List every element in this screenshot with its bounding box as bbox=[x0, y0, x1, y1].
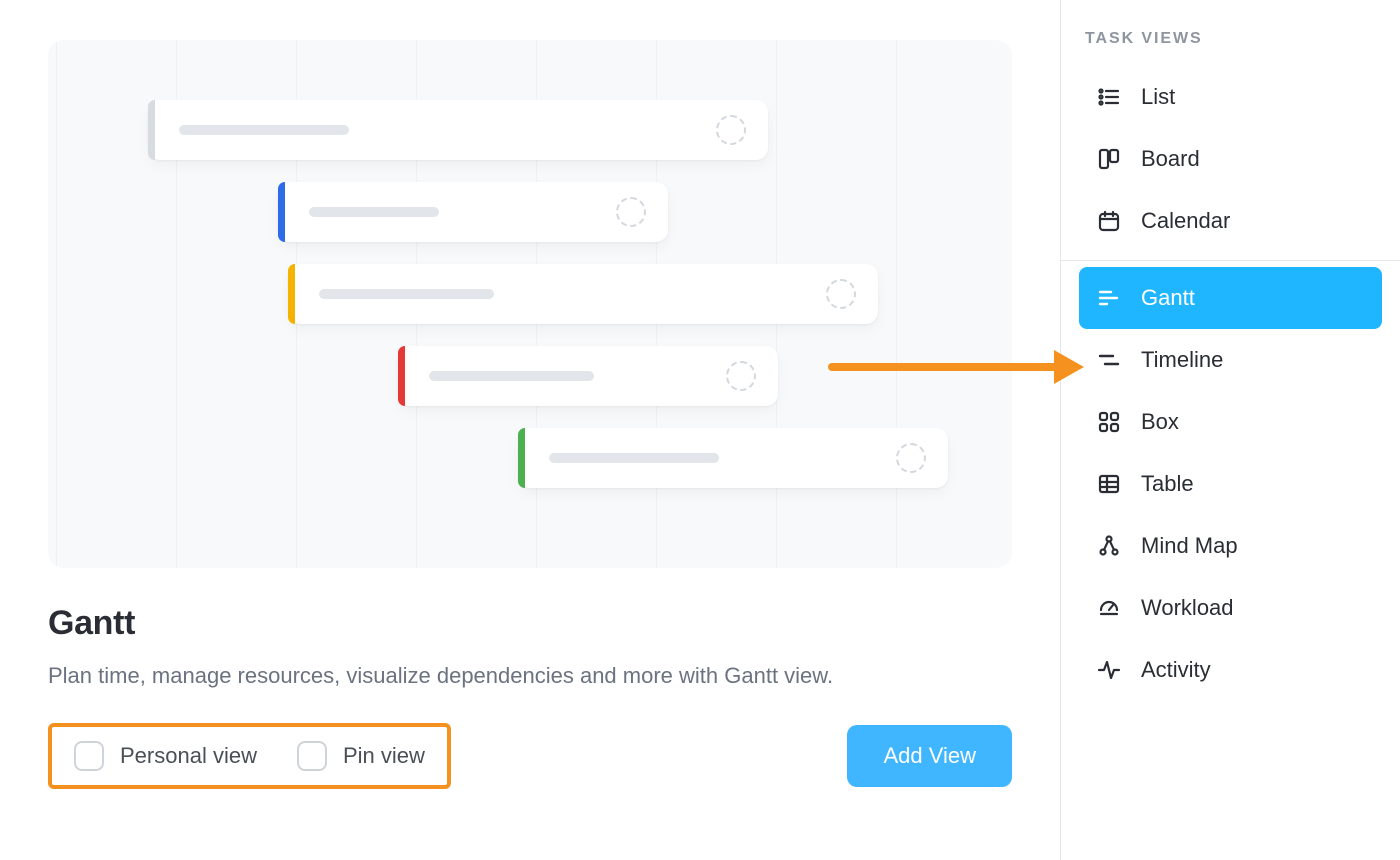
pin-view-checkbox[interactable]: Pin view bbox=[297, 741, 425, 771]
sidebar-section-title: TASK VIEWS bbox=[1079, 24, 1382, 66]
sidebar-item-mindmap[interactable]: Mind Map bbox=[1079, 515, 1382, 577]
calendar-icon bbox=[1097, 209, 1121, 233]
timeline-icon bbox=[1097, 348, 1121, 372]
sidebar-item-board[interactable]: Board bbox=[1079, 128, 1382, 190]
pointer-arrow-icon bbox=[826, 342, 1086, 397]
sidebar-item-label: Workload bbox=[1141, 595, 1234, 621]
assignee-placeholder-icon bbox=[716, 115, 746, 145]
sidebar-item-calendar[interactable]: Calendar bbox=[1079, 190, 1382, 252]
sidebar-item-list[interactable]: List bbox=[1079, 66, 1382, 128]
workload-icon bbox=[1097, 596, 1121, 620]
view-title: Gantt bbox=[48, 604, 1012, 643]
assignee-placeholder-icon bbox=[826, 279, 856, 309]
sidebar-item-label: Gantt bbox=[1141, 285, 1195, 311]
gantt-bars bbox=[148, 100, 952, 488]
task-views-sidebar: TASK VIEWS List Board bbox=[1060, 0, 1400, 860]
sidebar-item-activity[interactable]: Activity bbox=[1079, 639, 1382, 701]
personal-view-label: Personal view bbox=[120, 743, 257, 769]
assignee-placeholder-icon bbox=[896, 443, 926, 473]
gantt-preview-card bbox=[48, 40, 1012, 568]
sidebar-item-gantt[interactable]: Gantt bbox=[1079, 267, 1382, 329]
table-icon bbox=[1097, 472, 1121, 496]
sidebar-item-label: Activity bbox=[1141, 657, 1211, 683]
sidebar-item-label: Mind Map bbox=[1141, 533, 1238, 559]
add-view-button[interactable]: Add View bbox=[847, 725, 1012, 787]
list-icon bbox=[1097, 85, 1121, 109]
sidebar-item-label: Board bbox=[1141, 146, 1200, 172]
sidebar-item-workload[interactable]: Workload bbox=[1079, 577, 1382, 639]
sidebar-item-timeline[interactable]: Timeline bbox=[1079, 329, 1382, 391]
checkbox-icon bbox=[74, 741, 104, 771]
gantt-bar bbox=[518, 428, 948, 488]
pin-view-label: Pin view bbox=[343, 743, 425, 769]
options-highlight: Personal view Pin view bbox=[48, 723, 451, 789]
sidebar-item-label: Table bbox=[1141, 471, 1194, 497]
gantt-bar bbox=[288, 264, 878, 324]
assignee-placeholder-icon bbox=[616, 197, 646, 227]
box-icon bbox=[1097, 410, 1121, 434]
checkbox-icon bbox=[297, 741, 327, 771]
sidebar-item-table[interactable]: Table bbox=[1079, 453, 1382, 515]
gantt-bar bbox=[278, 182, 668, 242]
mindmap-icon bbox=[1097, 534, 1121, 558]
sidebar-item-label: Calendar bbox=[1141, 208, 1230, 234]
activity-icon bbox=[1097, 658, 1121, 682]
personal-view-checkbox[interactable]: Personal view bbox=[74, 741, 257, 771]
gantt-bar bbox=[398, 346, 778, 406]
sidebar-item-label: Timeline bbox=[1141, 347, 1223, 373]
gantt-bar bbox=[148, 100, 768, 160]
view-description: Plan time, manage resources, visualize d… bbox=[48, 659, 908, 693]
assignee-placeholder-icon bbox=[726, 361, 756, 391]
sidebar-item-label: Box bbox=[1141, 409, 1179, 435]
gantt-icon bbox=[1097, 286, 1121, 310]
board-icon bbox=[1097, 147, 1121, 171]
sidebar-item-box[interactable]: Box bbox=[1079, 391, 1382, 453]
sidebar-item-label: List bbox=[1141, 84, 1175, 110]
